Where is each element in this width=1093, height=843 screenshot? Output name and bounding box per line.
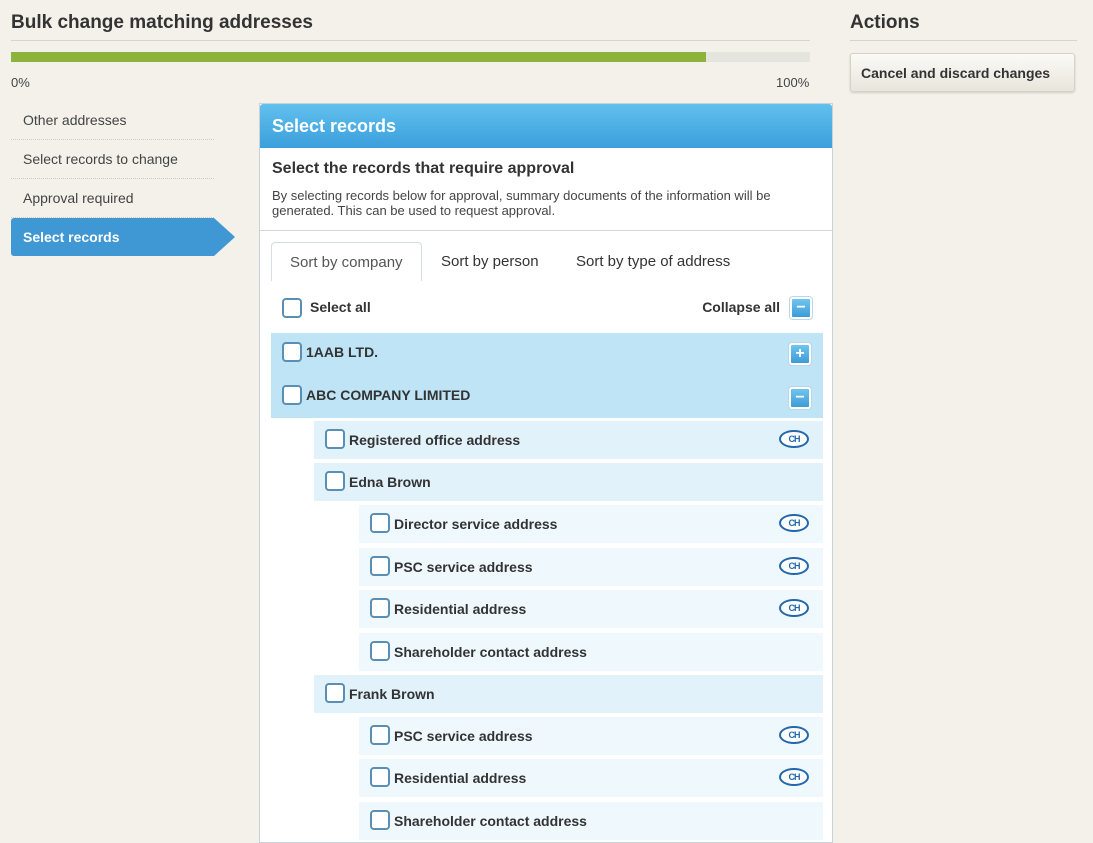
step-select-records-to-change[interactable]: Select records to change — [11, 140, 214, 179]
address-row[interactable]: Residential address CH — [359, 590, 823, 628]
step-other-addresses[interactable]: Other addresses — [11, 101, 214, 140]
collapse-all-label[interactable]: Collapse all — [702, 299, 780, 315]
record-label: Residential address — [394, 601, 527, 617]
page-title: Bulk change matching addresses — [11, 12, 313, 33]
record-checkbox[interactable] — [325, 683, 345, 703]
record-label: Director service address — [394, 516, 558, 532]
record-label: Shareholder contact address — [394, 644, 587, 660]
person-row[interactable]: Edna Brown — [314, 463, 823, 501]
record-label: Registered office address — [349, 432, 521, 448]
record-checkbox[interactable] — [325, 429, 345, 449]
select-all-label[interactable]: Select all — [310, 299, 371, 315]
record-label: Residential address — [394, 770, 527, 786]
progress-min-label: 0% — [11, 75, 30, 90]
company-name: ABC COMPANY LIMITED — [306, 387, 471, 403]
address-row[interactable]: Shareholder contact address — [359, 633, 823, 671]
panel-divider — [260, 230, 832, 231]
progress-fill — [11, 52, 707, 62]
wizard-steps: Other addresses Select records to change… — [11, 101, 235, 256]
select-records-panel: Select records Select the records that r… — [259, 103, 833, 843]
tab-sort-by-company[interactable]: Sort by company — [271, 242, 422, 281]
panel-header: Select records — [260, 104, 832, 148]
address-row[interactable]: PSC service address CH — [359, 717, 823, 755]
company-name: 1AAB LTD. — [306, 344, 379, 360]
panel-subtitle: Select the records that require approval — [272, 160, 575, 177]
step-select-records[interactable]: Select records — [11, 218, 235, 256]
companies-house-icon: CH — [779, 514, 809, 532]
title-divider — [11, 40, 810, 41]
record-checkbox[interactable] — [370, 767, 390, 787]
record-checkbox[interactable] — [370, 641, 390, 661]
person-row[interactable]: Frank Brown — [314, 675, 823, 713]
company-checkbox[interactable] — [282, 342, 302, 362]
progress-bar — [11, 52, 810, 62]
person-name: Edna Brown — [349, 474, 431, 490]
company-row[interactable]: ABC COMPANY LIMITED − — [271, 375, 823, 418]
address-row[interactable]: Residential address CH — [359, 759, 823, 797]
tab-sort-by-person[interactable]: Sort by person — [441, 242, 539, 280]
companies-house-icon: CH — [779, 599, 809, 617]
record-checkbox[interactable] — [325, 471, 345, 491]
cancel-discard-button[interactable]: Cancel and discard changes — [850, 53, 1075, 92]
record-label: PSC service address — [394, 559, 533, 575]
collapse-icon[interactable]: − — [789, 387, 811, 409]
record-checkbox[interactable] — [370, 725, 390, 745]
company-row[interactable]: 1AAB LTD. + — [271, 333, 823, 375]
companies-house-icon: CH — [779, 430, 809, 448]
record-checkbox[interactable] — [370, 810, 390, 830]
record-checkbox[interactable] — [370, 513, 390, 533]
address-row[interactable]: Director service address CH — [359, 505, 823, 543]
expand-icon[interactable]: + — [789, 343, 811, 365]
address-row[interactable]: Registered office address CH — [314, 421, 823, 459]
address-row[interactable]: PSC service address CH — [359, 548, 823, 586]
companies-house-icon: CH — [779, 557, 809, 575]
select-all-checkbox[interactable] — [282, 298, 302, 318]
companies-house-icon: CH — [779, 768, 809, 786]
select-all-row: Select all Collapse all − — [282, 297, 812, 321]
tab-sort-by-type[interactable]: Sort by type of address — [576, 242, 730, 280]
panel-description: By selecting records below for approval,… — [272, 188, 771, 218]
companies-house-icon: CH — [779, 726, 809, 744]
record-label: PSC service address — [394, 728, 533, 744]
person-name: Frank Brown — [349, 686, 435, 702]
step-approval-required[interactable]: Approval required — [11, 179, 214, 218]
progress-max-label: 100% — [776, 75, 810, 90]
collapse-all-icon[interactable]: − — [790, 297, 812, 319]
record-checkbox[interactable] — [370, 598, 390, 618]
sort-tabs: Sort by company Sort by person Sort by t… — [271, 242, 823, 282]
record-checkbox[interactable] — [370, 556, 390, 576]
address-row[interactable]: Shareholder contact address — [359, 802, 823, 840]
record-label: Shareholder contact address — [394, 813, 587, 829]
actions-divider — [850, 40, 1077, 41]
company-checkbox[interactable] — [282, 385, 302, 405]
actions-title: Actions — [850, 12, 920, 33]
